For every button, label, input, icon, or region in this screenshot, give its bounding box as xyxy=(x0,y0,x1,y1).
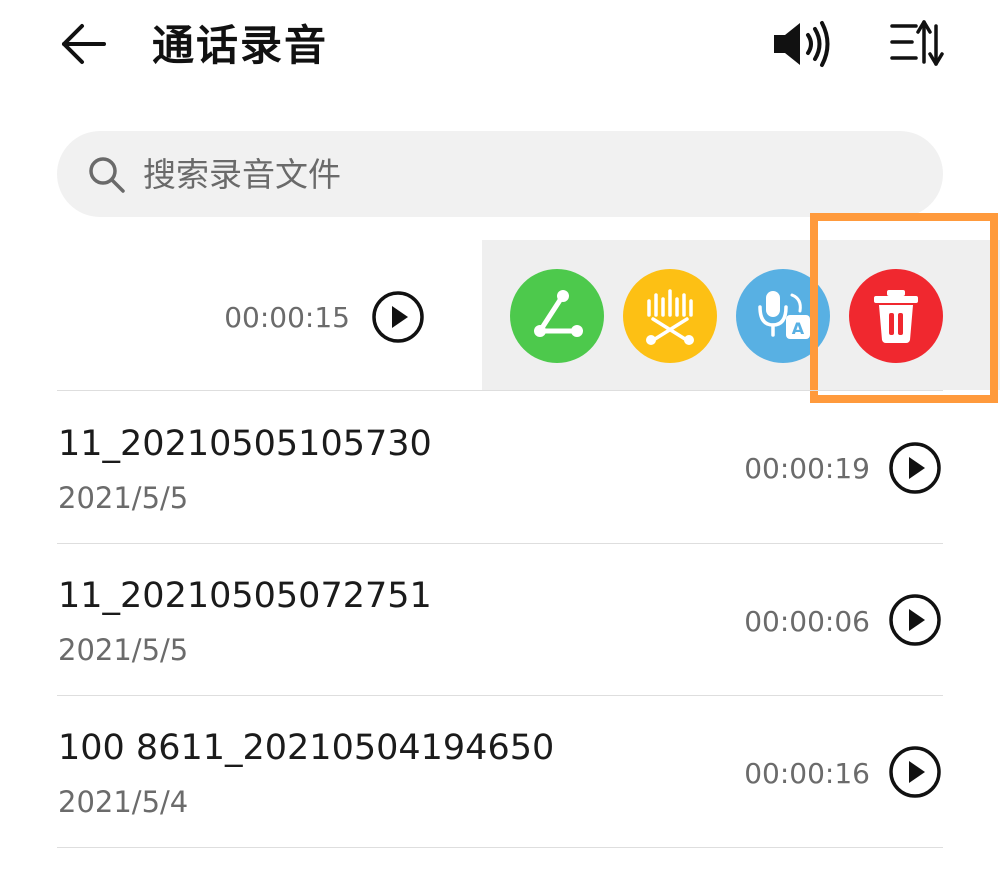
play-button[interactable] xyxy=(888,441,942,495)
recording-name: 11_20210505105730 xyxy=(58,424,432,464)
voice-to-text-icon xyxy=(646,289,694,345)
recording-duration: 00:00:15 xyxy=(224,301,350,334)
page-title: 通话录音 xyxy=(152,21,329,70)
sort-icon xyxy=(890,20,944,66)
translate-button[interactable]: A xyxy=(736,269,830,363)
svg-text:A: A xyxy=(792,319,805,338)
share-icon xyxy=(534,290,583,337)
back-button[interactable] xyxy=(58,20,114,68)
recording-duration: 00:00:16 xyxy=(744,757,870,790)
play-icon xyxy=(889,594,941,646)
play-button[interactable] xyxy=(371,290,425,344)
recording-date: 2021/5/4 xyxy=(58,785,189,819)
play-icon xyxy=(889,442,941,494)
recording-duration: 00:00:06 xyxy=(744,605,870,638)
search-icon xyxy=(89,157,125,193)
mic-translate-icon: A xyxy=(758,291,810,339)
transcribe-button[interactable] xyxy=(623,269,717,363)
play-icon xyxy=(372,291,424,343)
recording-duration: 00:00:19 xyxy=(744,452,870,485)
play-icon xyxy=(889,746,941,798)
sort-button[interactable] xyxy=(886,18,946,70)
play-button[interactable] xyxy=(888,745,942,799)
search-input[interactable] xyxy=(143,131,903,217)
speaker-icon xyxy=(774,21,830,67)
arrow-left-icon xyxy=(62,24,106,64)
share-button[interactable] xyxy=(510,269,604,363)
delete-button[interactable] xyxy=(849,269,943,363)
recording-date: 2021/5/5 xyxy=(58,633,189,667)
trash-icon xyxy=(874,290,918,343)
search-bar[interactable] xyxy=(57,131,943,217)
recording-name: 11_20210505072751 xyxy=(58,576,432,616)
play-button[interactable] xyxy=(888,593,942,647)
recording-date: 2021/5/5 xyxy=(58,481,189,515)
divider xyxy=(57,847,943,848)
recording-name: 100 8611_20210504194650 xyxy=(58,728,555,768)
speaker-button[interactable] xyxy=(770,18,832,70)
